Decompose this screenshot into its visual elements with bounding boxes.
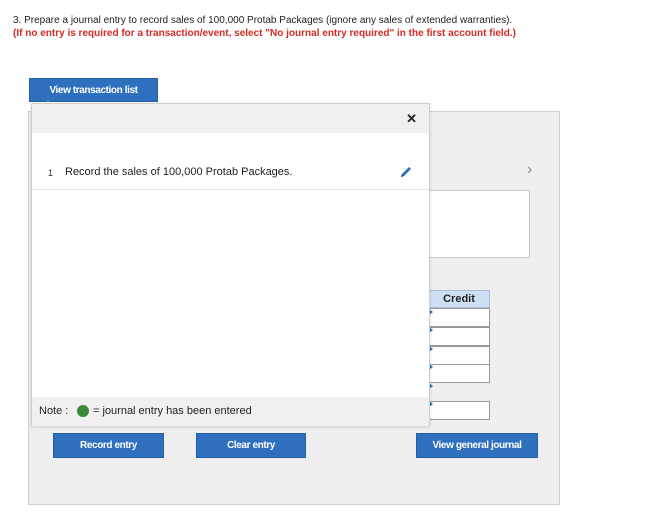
chevron-right-icon[interactable]: › [527,161,532,179]
record-entry-button[interactable]: Record entry [53,433,164,458]
view-transaction-list-button[interactable]: View transaction list [29,78,158,107]
transaction-number: 1 [48,168,54,178]
credit-cell[interactable] [428,327,490,346]
note-bar: Note : = journal entry has been entered [32,397,429,426]
question-instruction: 3. Prepare a journal entry to record sal… [13,15,513,26]
credit-column-header: Credit [428,290,490,308]
popup-header [32,104,429,133]
note-label: Note : [39,405,69,417]
credit-cell[interactable] [428,308,490,327]
question-text: 3. Prepare a journal entry to record sal… [13,14,523,40]
transaction-description: Record the sales of 100,000 Protab Packa… [65,166,293,178]
transaction-list-popup: ✕ 1 Record the sales of 100,000 Protab P… [31,103,430,426]
journal-input-box[interactable] [428,190,530,258]
credit-cell[interactable] [428,364,490,383]
clear-entry-button[interactable]: Clear entry [196,433,306,458]
question-emphasis: (If no entry is required for a transacti… [13,28,516,39]
view-general-journal-button[interactable]: View general journal [416,433,538,458]
close-icon[interactable]: ✕ [406,111,417,127]
credit-cell[interactable] [428,401,490,420]
green-dot-icon [77,405,89,417]
note-text: = journal entry has been entered [93,405,252,417]
view-transaction-list-label: View transaction list [49,84,138,96]
transaction-row[interactable]: 1 Record the sales of 100,000 Protab Pac… [32,154,429,190]
pencil-icon[interactable] [399,165,413,184]
credit-cell[interactable] [428,346,490,365]
